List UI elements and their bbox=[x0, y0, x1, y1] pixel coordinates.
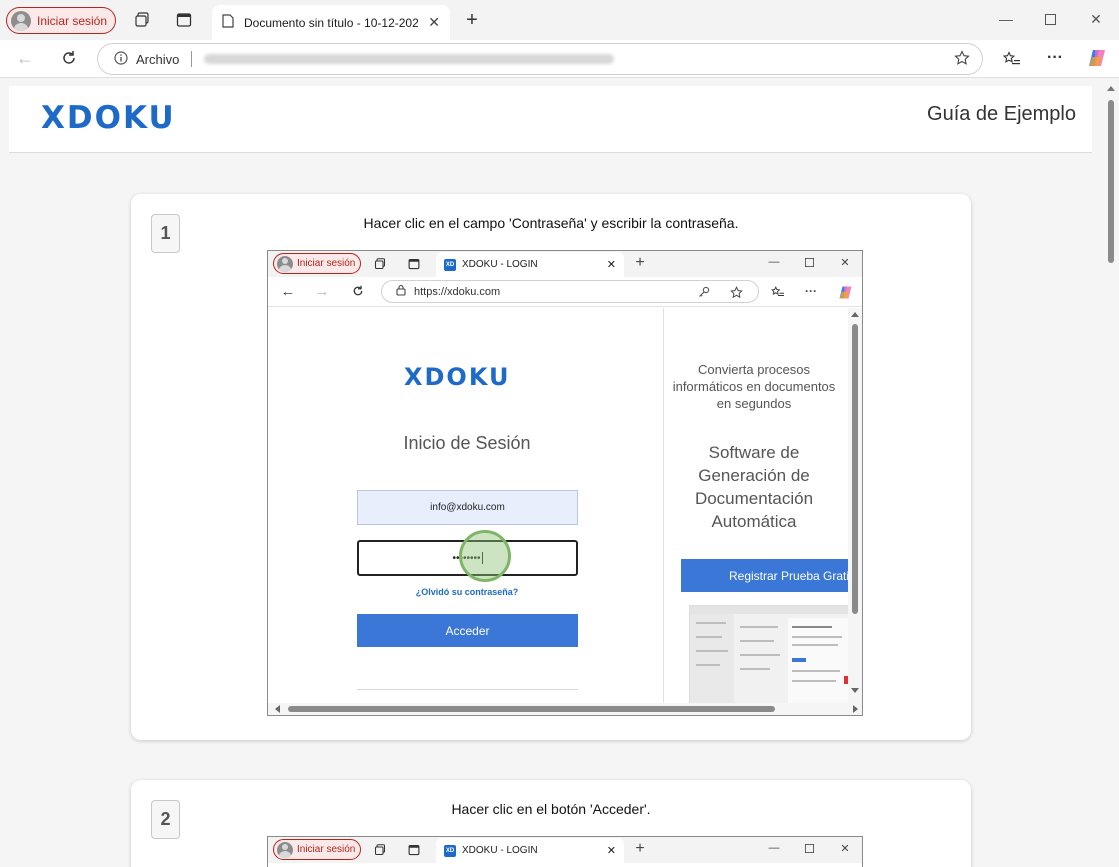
tab-document[interactable]: Documento sin título - 10-12-202 ✕ bbox=[212, 5, 450, 40]
profile-button[interactable]: Iniciar sesión bbox=[6, 7, 116, 34]
product-preview-image bbox=[689, 605, 848, 703]
new-tab-icon: + bbox=[635, 254, 645, 271]
promo-headline: Software de Generación de Documentación … bbox=[694, 443, 814, 531]
address-prefix: Archivo bbox=[136, 51, 180, 67]
document-icon bbox=[222, 14, 234, 31]
favorite-icon[interactable] bbox=[954, 49, 970, 69]
screenshot-tab-title: XDOKU - LOGIN bbox=[462, 845, 538, 856]
close-icon: ✕ bbox=[606, 845, 616, 857]
vertical-tabs-icon bbox=[406, 257, 422, 271]
screenshot-tab-bar: Iniciar sesión XD XDOKU - LOGIN ✕ + — ✕ bbox=[268, 251, 862, 277]
maximize-icon bbox=[801, 840, 817, 856]
step-screenshot: Iniciar sesión XD XDOKU - LOGIN ✕ + — bbox=[267, 250, 863, 716]
forward-icon: → bbox=[314, 282, 330, 300]
screenshot-tab: XD XDOKU - LOGIN ✕ bbox=[436, 838, 624, 863]
url-field[interactable]: Archivo bbox=[97, 43, 983, 75]
new-tab-icon: + bbox=[635, 840, 645, 857]
step-screenshot: Iniciar sesión XD XDOKU - LOGIN ✕ + — bbox=[267, 836, 863, 867]
favorite-icon bbox=[728, 284, 744, 300]
refresh-icon bbox=[349, 283, 367, 299]
key-icon bbox=[696, 284, 712, 300]
xdoku-logo: XDOKU bbox=[41, 100, 176, 136]
acceder-button: Acceder bbox=[357, 614, 578, 647]
minimize-icon: — bbox=[768, 256, 780, 268]
register-trial-button: Registrar Prueba Gratis bbox=[681, 559, 848, 592]
login-panel: XDOKU Inicio de Sesión info@xdoku.com ••… bbox=[268, 308, 663, 703]
click-marker bbox=[459, 530, 511, 582]
maximize-icon[interactable] bbox=[1038, 8, 1062, 30]
screenshot-address-bar: ← → https://xdoku.com ··· bbox=[268, 277, 862, 307]
copilot-icon[interactable] bbox=[1086, 47, 1108, 69]
xdoku-logo: XDOKU bbox=[404, 363, 511, 391]
vertical-tabs-icon bbox=[406, 843, 422, 857]
step-instruction: Hacer clic en el campo 'Contraseña' y es… bbox=[363, 215, 739, 231]
screenshot-tab: XD XDOKU - LOGIN ✕ bbox=[436, 252, 624, 277]
scroll-thumb[interactable] bbox=[1108, 100, 1114, 263]
maximize-icon bbox=[801, 254, 817, 270]
address-bar: ← Archivo ··· bbox=[0, 40, 1119, 78]
forgot-password-link: ¿Olvidó su contraseña? bbox=[415, 587, 519, 597]
workspaces-icon bbox=[372, 257, 388, 271]
screenshot-vertical-scrollbar bbox=[848, 308, 862, 703]
browser-tab-bar: Iniciar sesión Documento sin título - 10… bbox=[0, 0, 1119, 40]
minimize-icon[interactable]: — bbox=[994, 8, 1018, 30]
email-field: info@xdoku.com bbox=[357, 490, 578, 525]
close-icon[interactable]: ✕ bbox=[428, 14, 440, 31]
scroll-up-arrow[interactable] bbox=[1107, 86, 1115, 91]
profile-label: Iniciar sesión bbox=[37, 13, 108, 28]
screenshot-tab-bar: Iniciar sesión XD XDOKU - LOGIN ✕ + — ✕ bbox=[268, 837, 862, 863]
profile-icon bbox=[277, 841, 293, 858]
refresh-icon[interactable] bbox=[58, 48, 80, 68]
screenshot-profile-label: Iniciar sesión bbox=[297, 258, 356, 269]
profile-icon bbox=[277, 255, 293, 272]
workspaces-icon bbox=[372, 843, 388, 857]
page-viewport: XDOKU Guía de Ejemplo 1 Hacer clic en el… bbox=[0, 78, 1119, 867]
screenshot-profile-button: Iniciar sesión bbox=[273, 839, 361, 860]
step-card-1: 1 Hacer clic en el campo 'Contraseña' y … bbox=[131, 194, 971, 740]
minimize-icon: — bbox=[768, 842, 780, 854]
screenshot-profile-button: Iniciar sesión bbox=[273, 253, 361, 274]
blurred-url bbox=[204, 54, 615, 64]
info-icon[interactable] bbox=[114, 50, 128, 68]
screenshot-url: https://xdoku.com bbox=[414, 285, 501, 298]
window-close-icon: ✕ bbox=[840, 256, 850, 269]
vertical-tabs-icon[interactable] bbox=[174, 11, 194, 29]
lock-icon bbox=[396, 284, 406, 299]
favorites-list-icon bbox=[770, 284, 786, 300]
close-icon: ✕ bbox=[606, 259, 616, 271]
back-icon: ← bbox=[280, 282, 296, 300]
page-scrollbar[interactable] bbox=[1103, 78, 1119, 867]
promo-panel: Convierta procesos informáticos en docum… bbox=[664, 308, 848, 703]
login-title: Inicio de Sesión bbox=[403, 433, 531, 453]
xdoku-favicon: XD bbox=[444, 258, 456, 271]
step-instruction: Hacer clic en el botón 'Acceder'. bbox=[451, 801, 651, 817]
more-icon: ··· bbox=[805, 284, 817, 298]
tab-title: Documento sin título - 10-12-202 bbox=[244, 15, 419, 30]
window-close-icon: ✕ bbox=[840, 842, 850, 855]
more-icon[interactable]: ··· bbox=[1043, 48, 1067, 68]
window-close-icon[interactable]: ✕ bbox=[1084, 8, 1108, 30]
favorites-list-icon[interactable] bbox=[1001, 49, 1023, 69]
screenshot-profile-label: Iniciar sesión bbox=[297, 844, 356, 855]
new-tab-icon[interactable]: + bbox=[462, 9, 482, 31]
document-header: XDOKU Guía de Ejemplo bbox=[9, 86, 1092, 153]
guide-title: Guía de Ejemplo bbox=[927, 103, 1076, 125]
xdoku-favicon: XD bbox=[444, 844, 456, 857]
screenshot-horizontal-scrollbar bbox=[268, 703, 862, 715]
back-icon[interactable]: ← bbox=[14, 48, 36, 68]
step-card-2: 2 Hacer clic en el botón 'Acceder'. Inic… bbox=[131, 780, 971, 867]
divider-line bbox=[357, 689, 578, 690]
screenshot-tab-title: XDOKU - LOGIN bbox=[462, 259, 538, 270]
copilot-icon bbox=[836, 283, 854, 301]
workspaces-icon[interactable] bbox=[132, 11, 152, 29]
profile-icon bbox=[11, 10, 31, 31]
promo-tagline: Convierta procesos informáticos en docum… bbox=[672, 362, 836, 411]
address-separator bbox=[191, 51, 193, 67]
